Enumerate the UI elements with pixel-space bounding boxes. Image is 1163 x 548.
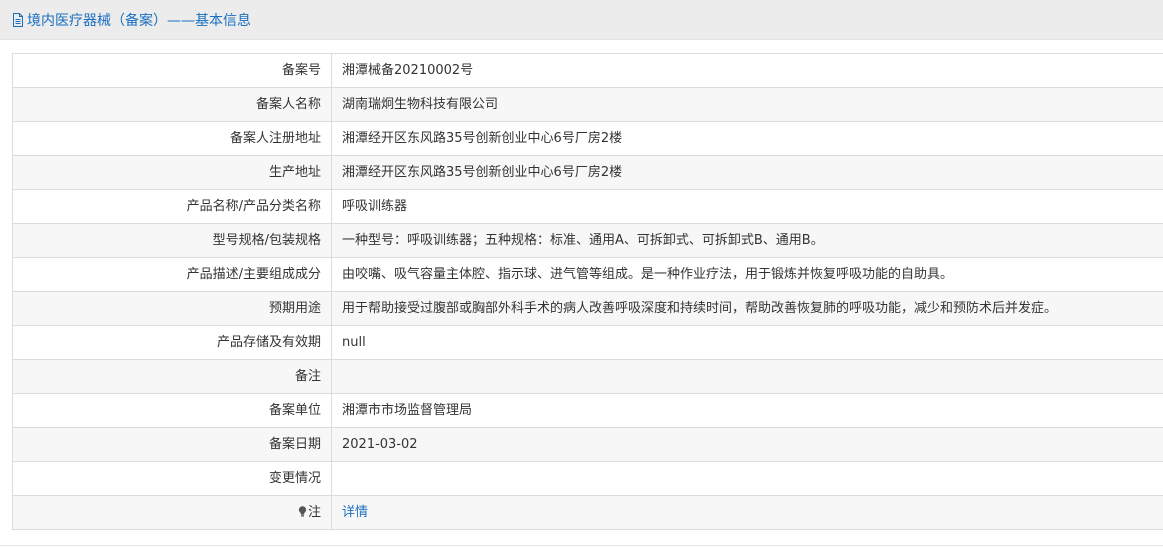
field-value: 2021-03-02	[331, 427, 1163, 462]
field-label: 产品描述/主要组成成分	[12, 257, 332, 292]
field-value: null	[331, 325, 1163, 360]
field-value: 湘潭经开区东风路35号创新创业中心6号厂房2楼	[331, 121, 1163, 156]
table-row: 备案人注册地址 湘潭经开区东风路35号创新创业中心6号厂房2楼	[12, 121, 1163, 156]
page: 境内医疗器械（备案）——基本信息 备案号 湘潭械备20210002号 备案人名称…	[0, 0, 1163, 548]
field-value	[331, 461, 1163, 496]
table-row: 产品描述/主要组成成分 由咬嘴、吸气容量主体腔、指示球、进气管等组成。是一种作业…	[12, 257, 1163, 292]
table-row: 备案单位 湘潭市市场监督管理局	[12, 393, 1163, 428]
lightbulb-icon	[298, 506, 307, 517]
table-row: 备注	[12, 359, 1163, 394]
details-link[interactable]: 详情	[342, 505, 368, 520]
field-label: 备案日期	[12, 427, 332, 462]
table-row: 产品存储及有效期 null	[12, 325, 1163, 360]
info-table: 备案号 湘潭械备20210002号 备案人名称 湖南瑞炯生物科技有限公司 备案人…	[12, 53, 1163, 530]
field-label: 生产地址	[12, 155, 332, 190]
note-label-cell: 注	[12, 495, 332, 530]
field-label: 备案单位	[12, 393, 332, 428]
field-value: 湘潭市市场监督管理局	[331, 393, 1163, 428]
table-row: 备案日期 2021-03-02	[12, 427, 1163, 462]
document-icon	[13, 12, 23, 27]
table-row: 备案号 湘潭械备20210002号	[12, 53, 1163, 88]
table-row: 变更情况	[12, 461, 1163, 496]
table-row: 备案人名称 湖南瑞炯生物科技有限公司	[12, 87, 1163, 122]
table-row: 预期用途 用于帮助接受过腹部或胸部外科手术的病人改善呼吸深度和持续时间，帮助改善…	[12, 291, 1163, 326]
field-value: 呼吸训练器	[331, 189, 1163, 224]
field-value: 用于帮助接受过腹部或胸部外科手术的病人改善呼吸深度和持续时间，帮助改善恢复肺的呼…	[331, 291, 1163, 326]
field-label: 型号规格/包装规格	[12, 223, 332, 258]
page-header: 境内医疗器械（备案）——基本信息	[0, 0, 1163, 40]
table-row: 产品名称/产品分类名称 呼吸训练器	[12, 189, 1163, 224]
divider	[0, 545, 1163, 546]
field-value: 一种型号：呼吸训练器；五种规格：标准、通用A、可拆卸式、可拆卸式B、通用B。	[331, 223, 1163, 258]
field-label: 备案号	[12, 53, 332, 88]
field-label: 备案人注册地址	[12, 121, 332, 156]
page-title: 境内医疗器械（备案）——基本信息	[27, 12, 251, 29]
note-value-cell: 详情	[331, 495, 1163, 530]
note-label: 注	[307, 505, 321, 520]
field-label: 备注	[12, 359, 332, 394]
field-label: 产品存储及有效期	[12, 325, 332, 360]
field-value: 湖南瑞炯生物科技有限公司	[331, 87, 1163, 122]
field-value: 由咬嘴、吸气容量主体腔、指示球、进气管等组成。是一种作业疗法，用于锻炼并恢复呼吸…	[331, 257, 1163, 292]
field-label: 备案人名称	[12, 87, 332, 122]
field-label: 预期用途	[12, 291, 332, 326]
table-row-note: 注 详情	[12, 495, 1163, 530]
field-label: 变更情况	[12, 461, 332, 496]
field-value	[331, 359, 1163, 394]
field-label: 产品名称/产品分类名称	[12, 189, 332, 224]
field-value: 湘潭经开区东风路35号创新创业中心6号厂房2楼	[331, 155, 1163, 190]
table-row: 生产地址 湘潭经开区东风路35号创新创业中心6号厂房2楼	[12, 155, 1163, 190]
table-row: 型号规格/包装规格 一种型号：呼吸训练器；五种规格：标准、通用A、可拆卸式、可拆…	[12, 223, 1163, 258]
field-value: 湘潭械备20210002号	[331, 53, 1163, 88]
